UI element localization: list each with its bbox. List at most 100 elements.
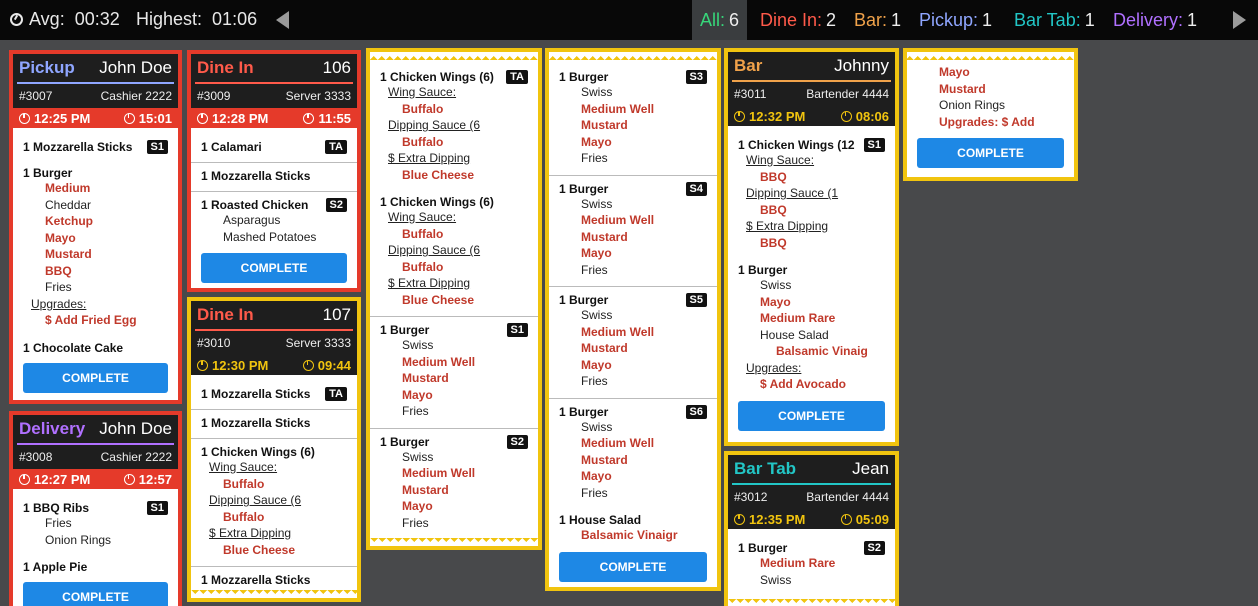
modifier-group: Dipping Sauce (6: [388, 243, 481, 257]
ticket-continues-edge: [907, 52, 1074, 60]
customer-name: John Doe: [99, 419, 172, 438]
prev-page-icon[interactable]: [276, 11, 289, 29]
modifier: Mustard: [581, 118, 628, 132]
modifier: Fries: [402, 515, 429, 530]
ticket-bar-continued[interactable]: Mayo Mustard Onion Rings Upgrades: $ Add…: [903, 48, 1078, 181]
seat-badge: S1: [506, 323, 528, 337]
complete-button[interactable]: COMPLETE: [23, 362, 168, 393]
modifier: Buffalo: [223, 509, 265, 524]
item-name: 1 Mozzarella Sticks: [23, 140, 133, 154]
modifier: House Salad: [760, 327, 829, 342]
complete-button[interactable]: COMPLETE: [917, 138, 1064, 168]
modifier: Mayo: [581, 469, 612, 483]
ticket-dine-in-107[interactable]: Dine In 107 #3010 Server 3333 12:30 PM 0…: [187, 297, 361, 602]
modifier: Mustard: [581, 229, 628, 244]
modifier: Medium Rare: [760, 311, 836, 325]
modifier: Swiss: [402, 449, 434, 464]
ticket-continues-edge: [191, 590, 357, 598]
divider: [370, 427, 538, 429]
ticket-header: Bar Tab Jean #3012 Bartender 4444 12:35 …: [728, 455, 895, 529]
ticket-delivery[interactable]: Delivery John Doe #3008 Cashier 2222 12:…: [9, 411, 182, 606]
ticket-dine-in-107-continued[interactable]: 1 Chicken Wings (6) TA Wing Sauce: Buffal…: [366, 48, 542, 550]
modifier: Mayo: [760, 294, 791, 309]
modifier: Medium Well: [402, 466, 476, 480]
timer-icon: [302, 359, 314, 371]
list-item: 1 BBQ Ribs S1 Fries Onion Rings: [23, 501, 168, 548]
list-item: 1 Roasted Chicken S2 Asparagus Mashed Pot…: [201, 198, 347, 245]
seat-badge: S1: [146, 501, 168, 515]
order-number: #3009: [197, 89, 231, 103]
modifier-group: $ Extra Dipping: [746, 219, 829, 233]
seat-badge: TA: [506, 70, 528, 84]
item-name: 1 Mozzarella Sticks: [201, 573, 311, 587]
filter-delivery[interactable]: Delivery: 1: [1105, 0, 1205, 40]
order-number: #3007: [19, 89, 53, 103]
filter-pickup-label: Pickup:: [919, 10, 979, 30]
ticket-pickup[interactable]: Pickup John Doe #3007 Cashier 2222 12:25…: [9, 50, 182, 404]
ticket-dine-in-106[interactable]: Dine In 106 #3009 Server 3333 12:28 PM 1…: [187, 50, 361, 292]
modifier: Swiss: [581, 419, 613, 434]
staff-name: Server 3333: [285, 336, 351, 350]
staff-name: Server 3333: [285, 89, 351, 103]
modifier: Mayo: [45, 230, 76, 245]
highest-stat: Highest: 01:06: [136, 9, 257, 30]
ticket-header: Delivery John Doe #3008 Cashier 2222 12:…: [13, 415, 178, 489]
modifier: Medium Well: [581, 101, 655, 116]
item-name: 1 Chicken Wings (12: [738, 138, 855, 152]
modifier: Upgrades: $ Add: [939, 114, 1035, 129]
ticket-continues-edge: [728, 599, 895, 606]
seat-badge: S1: [863, 138, 885, 152]
divider: [549, 174, 717, 176]
avg-stat: Avg: 00:32: [10, 9, 120, 30]
complete-button[interactable]: COMPLETE: [23, 582, 168, 606]
modifier-group: Dipping Sauce (6: [209, 493, 302, 507]
item-name: 1 Burger: [380, 434, 430, 449]
filter-bar-tab[interactable]: Bar Tab: 1: [1006, 0, 1103, 40]
list-item: 1 Burger S6 Swiss Medium Well Mustard May…: [559, 404, 707, 502]
list-item: 1 Burger S3 Swiss Medium Well Mustard May…: [559, 70, 707, 167]
avg-label: Avg:: [29, 9, 65, 29]
list-item: 1 Burger Medium Cheddar Ketchup Mayo Mus…: [23, 166, 168, 329]
filter-dine-in[interactable]: Dine In: 2: [752, 0, 844, 40]
ticket-dine-in-107-continued-2[interactable]: 1 Burger S3 Swiss Medium Well Mustard May…: [545, 48, 721, 591]
item-name: 1 BBQ Ribs: [23, 501, 90, 515]
complete-button[interactable]: COMPLETE: [738, 400, 885, 431]
clock-icon: [197, 359, 208, 371]
ticket-bar-tab[interactable]: Bar Tab Jean #3012 Bartender 4444 12:35 …: [724, 451, 899, 606]
ticket-bar[interactable]: Bar Johnny #3011 Bartender 4444 12:32 PM…: [724, 48, 899, 446]
list-item: 1 Mozzarella Sticks: [201, 169, 347, 183]
filter-bar-tab-label: Bar Tab:: [1014, 10, 1081, 30]
ticket-items: 1 Burger S3 Swiss Medium Well Mustard May…: [549, 52, 717, 582]
staff-name: Bartender 4444: [806, 87, 889, 101]
ticket-items: 1 Calamari TA 1 Mozzarella Sticks 1 Roast…: [191, 128, 357, 283]
list-item: 1 Burger S4 Swiss Medium Well Mustard May…: [559, 181, 707, 279]
modifier: Buffalo: [402, 226, 444, 241]
complete-button[interactable]: COMPLETE: [559, 551, 707, 582]
staff-name: Cashier 2222: [100, 89, 172, 103]
filter-pickup[interactable]: Pickup: 1: [911, 0, 1000, 40]
modifier: Mustard: [939, 81, 986, 96]
modifier: Cheddar: [45, 197, 92, 212]
modifier: Swiss: [402, 338, 434, 352]
ticket-continues-edge: [370, 52, 538, 60]
modifier-group: $ Extra Dipping: [209, 526, 292, 540]
clock-icon: [734, 110, 745, 122]
modifier: Blue Cheese: [402, 167, 475, 182]
modifier: Medium Well: [581, 324, 655, 339]
clock-icon: [19, 473, 30, 485]
seat-badge: S6: [685, 404, 707, 419]
item-name: 1 Chicken Wings (6): [201, 445, 315, 459]
modifier: Fries: [581, 485, 608, 500]
item-name: 1 Burger: [738, 541, 788, 555]
complete-button[interactable]: COMPLETE: [201, 253, 347, 283]
next-page-icon[interactable]: [1233, 11, 1246, 29]
filter-all[interactable]: All: 6: [692, 0, 748, 40]
modifier: Buffalo: [223, 476, 265, 491]
filter-all-count: 6: [729, 10, 740, 30]
order-number: #3012: [734, 490, 768, 504]
list-item: 1 Burger S5 Swiss Medium Well Mustard May…: [559, 293, 707, 390]
seat-badge: S3: [685, 70, 707, 84]
filter-bar[interactable]: Bar: 1: [846, 0, 909, 40]
order-time: 12:32 PM: [749, 108, 806, 124]
order-time: 12:27 PM: [34, 471, 91, 487]
